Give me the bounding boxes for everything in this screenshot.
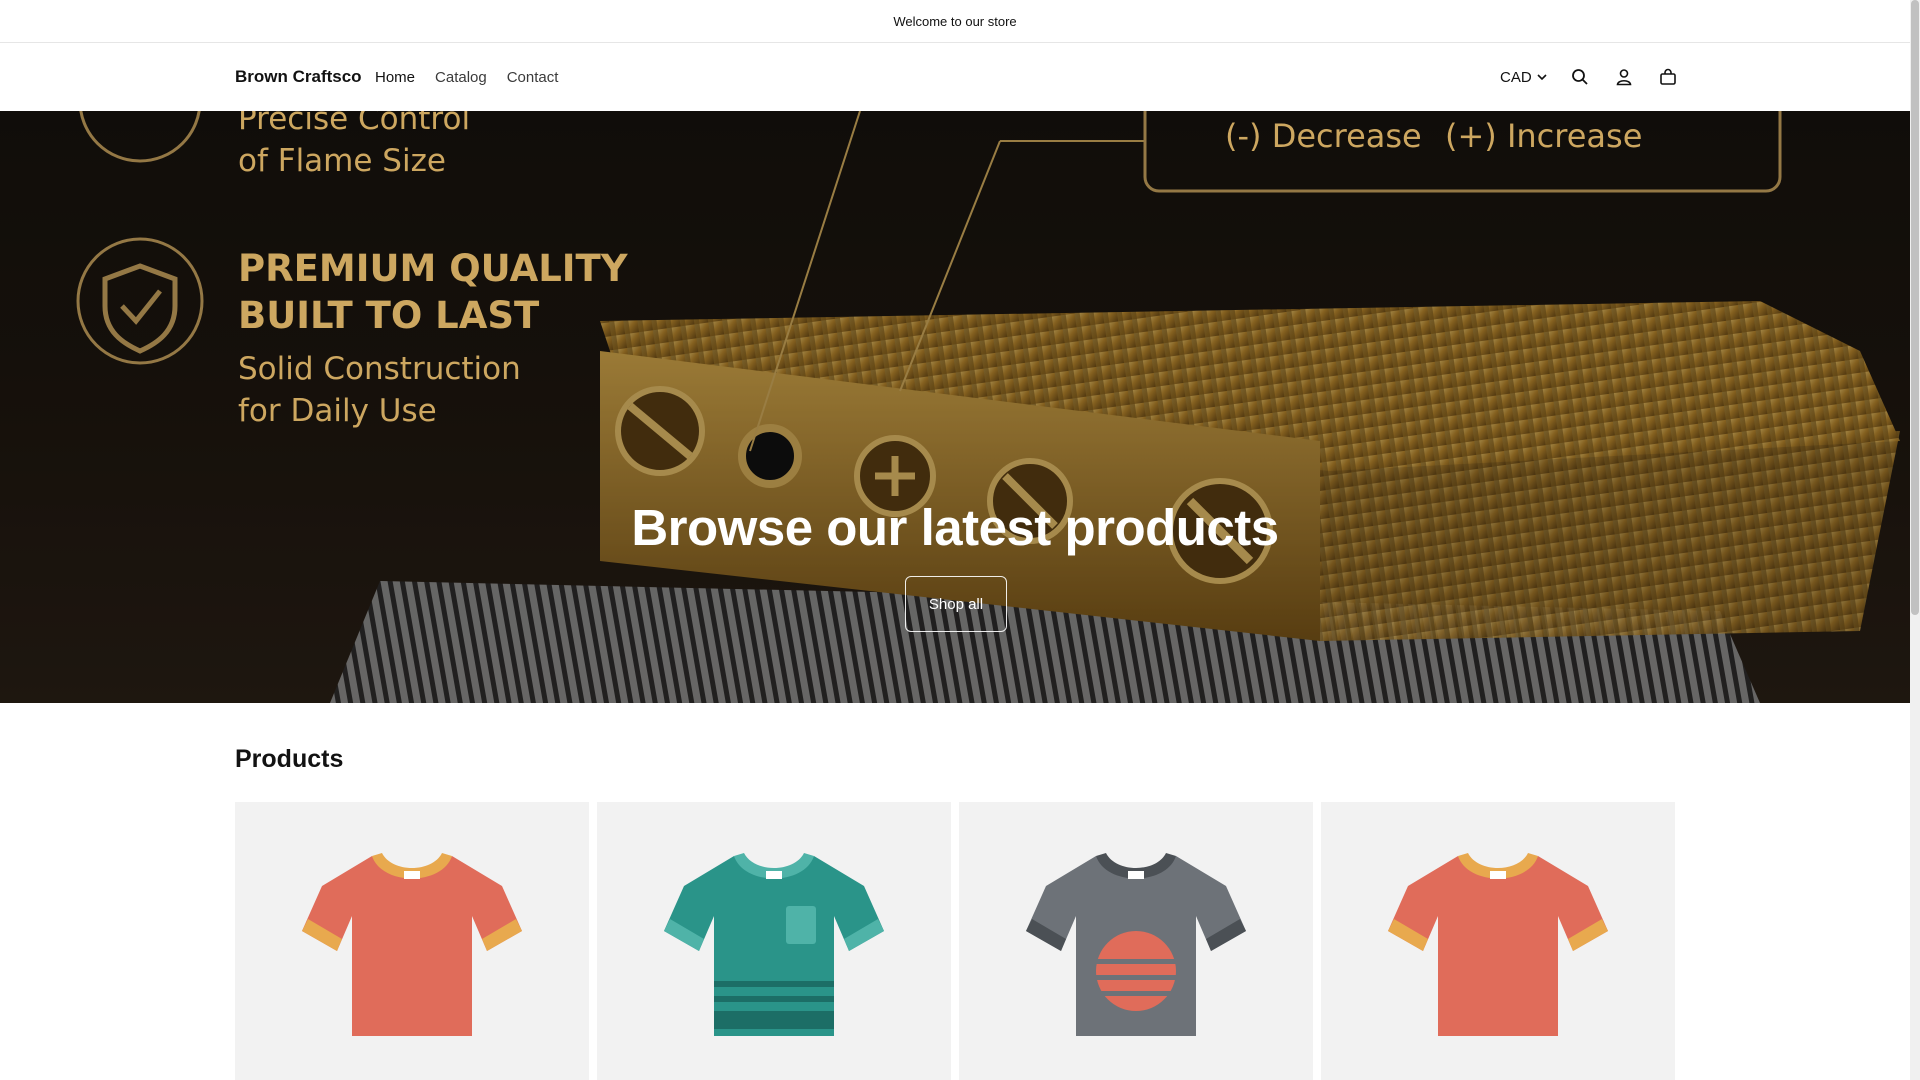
cart-icon xyxy=(1659,68,1676,85)
shop-all-button[interactable]: Shop all xyxy=(905,576,1007,632)
product-card[interactable] xyxy=(959,802,1313,1080)
hero-image-text-line1: Precise Control xyxy=(238,111,471,137)
header-actions: CAD xyxy=(1500,65,1680,89)
search-button[interactable] xyxy=(1568,65,1592,89)
tshirt-image xyxy=(302,853,522,1036)
hero-image-increase: (+) Increase xyxy=(1445,117,1643,155)
tshirt-image xyxy=(1388,853,1608,1036)
search-icon xyxy=(1571,69,1588,85)
products-heading: Products xyxy=(235,745,344,773)
page-scrollbar[interactable] xyxy=(1910,0,1920,1080)
hero-image-text-line2: of Flame Size xyxy=(238,143,446,179)
tshirt-image xyxy=(664,853,884,1036)
hero-image-decrease: (-) Decrease xyxy=(1225,117,1422,155)
scrollbar-thumb[interactable] xyxy=(1911,0,1919,615)
nav-catalog[interactable]: Catalog xyxy=(435,69,487,86)
site-header: Brown Craftsco Home Catalog Contact CAD xyxy=(0,43,1910,111)
hero-image-heading2: BUILT TO LAST xyxy=(238,294,540,337)
nav-contact[interactable]: Contact xyxy=(507,69,559,86)
main-nav: Home Catalog Contact xyxy=(375,69,558,86)
announcement-bar: Welcome to our store xyxy=(0,0,1910,43)
currency-label: CAD xyxy=(1500,68,1532,86)
announcement-text: Welcome to our store xyxy=(893,13,1017,29)
cart-button[interactable] xyxy=(1656,65,1680,89)
account-button[interactable] xyxy=(1612,65,1636,89)
hero-image-sub2: for Daily Use xyxy=(238,393,437,429)
account-icon xyxy=(1616,69,1632,86)
product-grid xyxy=(235,802,1675,1080)
currency-selector[interactable]: CAD xyxy=(1500,69,1548,86)
brand-logo[interactable]: Brown Craftsco xyxy=(235,67,362,87)
product-card[interactable] xyxy=(1321,802,1675,1080)
hero-banner: Precise Control of Flame Size PREMIUM QU… xyxy=(0,111,1910,703)
hero-title: Browse our latest products xyxy=(631,499,1279,556)
nav-home[interactable]: Home xyxy=(375,69,415,86)
tshirt-image xyxy=(1026,853,1246,1036)
hero-image-sub1: Solid Construction xyxy=(238,351,521,387)
product-card[interactable] xyxy=(235,802,589,1080)
chevron-down-icon xyxy=(1537,74,1547,81)
product-card[interactable] xyxy=(597,802,951,1080)
hero-image-heading1: PREMIUM QUALITY xyxy=(238,247,628,290)
